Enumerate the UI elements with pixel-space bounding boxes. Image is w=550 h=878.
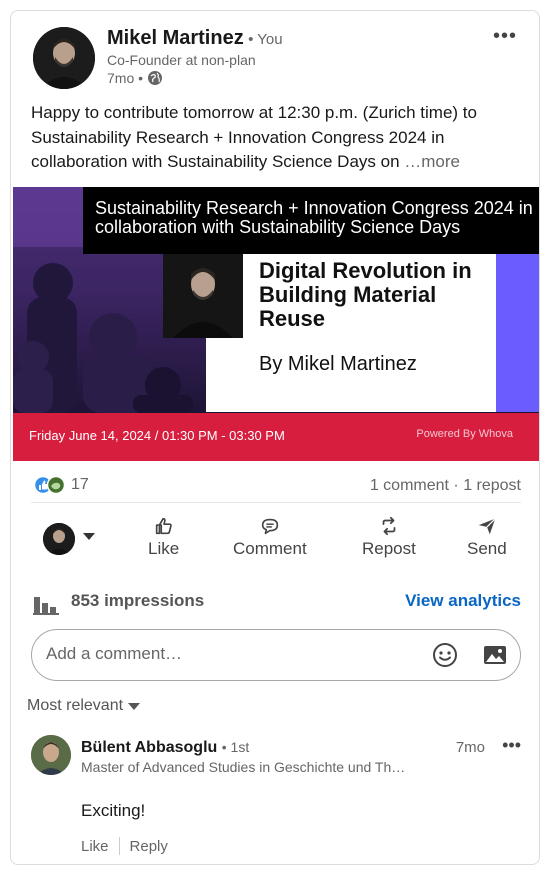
post-time: 7mo • (107, 70, 283, 86)
emoji-icon[interactable] (432, 642, 458, 668)
social-counts: 17 1 comment · 1 repost (31, 471, 521, 503)
commenter-avatar[interactable] (31, 735, 71, 775)
reactions-count[interactable]: 17 (71, 476, 89, 494)
comment-item: Bülent Abbasoglu • 1st Master of Advance… (31, 733, 521, 855)
repost-icon (382, 516, 396, 536)
banner-date: Friday June 14, 2024 / 01:30 PM - 03:30 … (29, 428, 285, 443)
add-comment-box[interactable] (31, 629, 521, 681)
author-avatar[interactable] (33, 27, 95, 89)
comment-text: Exciting! (81, 801, 146, 820)
author-block: Mikel Martinez • You Co-Founder at non-p… (107, 27, 283, 86)
impressions-count[interactable]: 853 impressions (71, 591, 204, 611)
actor-avatar[interactable] (43, 523, 75, 555)
banner-headline: Digital Revolution in Building Material … (259, 258, 472, 331)
sort-label: Most relevant (27, 697, 124, 714)
send-button[interactable]: Send (467, 515, 507, 559)
connection-degree: • 1st (221, 739, 250, 755)
comment-actions: Like Reply (81, 837, 168, 855)
banner-speaker: By Mikel Martinez (259, 353, 417, 375)
author-name[interactable]: Mikel Martinez (107, 27, 244, 49)
impressions-row: 853 impressions View analytics (31, 591, 521, 621)
like-icon (155, 517, 172, 535)
comment-button[interactable]: Comment (233, 515, 307, 559)
divider (118, 837, 120, 855)
photo-icon[interactable] (482, 642, 508, 668)
like-button[interactable]: Like (148, 515, 179, 559)
post-card: Mikel Martinez • You Co-Founder at non-p… (10, 10, 540, 865)
author-title: Co-Founder at non-plan (107, 52, 256, 68)
banner-side-accent (495, 254, 539, 412)
comment-label: Comment (233, 539, 307, 558)
commenter-headline: Master of Advanced Studies in Geschichte… (81, 759, 406, 775)
commenter-name[interactable]: Bülent Abbasoglu • 1st (81, 739, 249, 757)
add-comment-input[interactable] (46, 644, 406, 664)
chevron-down-icon[interactable] (83, 533, 95, 540)
send-label: Send (467, 539, 507, 558)
post-overflow-menu-button[interactable]: ••• (493, 25, 517, 48)
like-label: Like (148, 539, 180, 558)
reactions-summary[interactable]: 17 (33, 475, 89, 495)
comment-overflow-menu-button[interactable]: ••• (502, 735, 521, 756)
comment-time: 7mo (455, 739, 485, 756)
post-time-text: 7mo • (107, 70, 144, 86)
author-you-label: • You (248, 31, 283, 48)
send-icon (478, 518, 496, 535)
event-banner-image[interactable]: Sustainability Research + Innovation Con… (13, 187, 539, 461)
comment-icon (261, 518, 279, 535)
caret-down-icon (128, 702, 141, 710)
view-analytics-link[interactable]: View analytics (405, 591, 521, 611)
post-text: Happy to contribute tomorrow at 12:30 p.… (31, 101, 511, 175)
commenter-name-text: Bülent Abbasoglu (81, 739, 218, 756)
see-more-link[interactable]: …more (404, 152, 460, 171)
comment-sort-dropdown[interactable]: Most relevant (27, 697, 141, 715)
banner-event-title: Sustainability Research + Innovation Con… (95, 198, 533, 237)
comments-reposts-count[interactable]: 1 comment · 1 repost (370, 477, 521, 495)
comment-reply-button[interactable]: Reply (130, 838, 168, 855)
speaker-photo (163, 254, 243, 338)
bar-chart-icon (33, 597, 59, 615)
globe-icon (147, 70, 163, 86)
banner-powered-by: Powered By Whova (416, 428, 513, 440)
comment-like-button[interactable]: Like (81, 838, 109, 855)
post-actions-bar: Like Comment Repost Send (31, 511, 521, 571)
repost-button[interactable]: Repost (362, 515, 416, 559)
support-reaction-icon (46, 475, 66, 495)
repost-label: Repost (362, 539, 416, 558)
